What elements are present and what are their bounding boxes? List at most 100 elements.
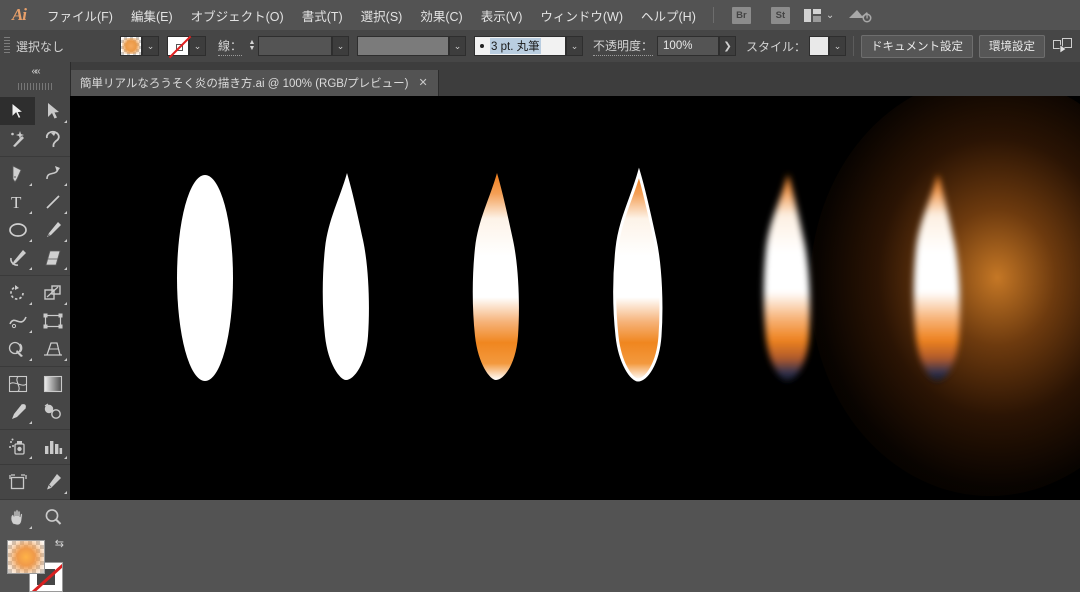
flyout-indicator-icon [64, 302, 67, 305]
menu-view[interactable]: 表示(V) [472, 0, 532, 30]
mesh-tool[interactable] [0, 370, 35, 398]
flyout-indicator-icon [64, 267, 67, 270]
graphic-style-dropdown[interactable]: ⌄ [829, 36, 847, 56]
gradient-tool[interactable] [35, 370, 70, 398]
brush-definition-select[interactable]: 3 pt. 丸筆 [474, 36, 567, 56]
flyout-indicator-icon [64, 211, 67, 214]
menu-bar: Ai ファイル(F) 編集(E) オブジェクト(O) 書式(T) 選択(S) 効… [0, 0, 1080, 30]
flyout-indicator-icon [29, 183, 32, 186]
line-segment-tool[interactable] [35, 188, 70, 216]
tool-group-draw: T [0, 157, 70, 276]
pen-tool[interactable] [0, 160, 35, 188]
curvature-tool[interactable] [35, 160, 70, 188]
control-bar-grip[interactable] [4, 37, 10, 55]
graphic-style-swatch[interactable] [809, 36, 830, 56]
toolbar-fill-swatch[interactable] [7, 540, 45, 574]
stroke-weight-input[interactable] [258, 36, 333, 56]
tool-group-selection [0, 94, 70, 157]
document-tab[interactable]: 簡単リアルなろうそく炎の描き方.ai @ 100% (RGB/プレビュー) ✕ [70, 70, 439, 96]
creative-cloud-icon[interactable] [848, 7, 872, 24]
stock-icon[interactable]: St [770, 6, 790, 24]
shaper-tool[interactable] [0, 244, 35, 272]
zoom-tool[interactable] [35, 503, 70, 531]
eyedropper-tool[interactable] [0, 398, 35, 426]
bridge-icon[interactable]: Br [731, 6, 751, 24]
shape-builder-tool[interactable] [0, 335, 35, 363]
flyout-indicator-icon [29, 526, 32, 529]
opacity-options-button[interactable]: ❯ [719, 36, 737, 56]
preferences-button[interactable]: 環境設定 [979, 34, 1046, 58]
menu-edit[interactable]: 編集(E) [122, 0, 182, 30]
flyout-indicator-icon [64, 358, 67, 361]
slice-tool[interactable] [35, 468, 70, 496]
lasso-tool[interactable] [35, 125, 70, 153]
perspective-grid-tool[interactable] [35, 335, 70, 363]
align-objects-icon[interactable] [1053, 38, 1073, 54]
collapse-panel-icon[interactable]: «« [0, 62, 70, 80]
flyout-indicator-icon [29, 211, 32, 214]
menu-object[interactable]: オブジェクト(O) [182, 0, 293, 30]
ellipse-tool[interactable] [0, 216, 35, 244]
fill-swatch-dropdown[interactable]: ⌄ [142, 36, 159, 56]
flyout-indicator-icon [29, 239, 32, 242]
opacity-input[interactable]: 100% [657, 36, 720, 56]
type-tool[interactable]: T [0, 188, 35, 216]
free-transform-tool[interactable] [35, 307, 70, 335]
magic-wand-tool[interactable] [0, 125, 35, 153]
menu-file[interactable]: ファイル(F) [38, 0, 122, 30]
direct-selection-tool[interactable] [35, 97, 70, 125]
artboard-canvas[interactable] [70, 96, 1080, 500]
control-bar: 選択なし ⌄ ⌄ 線： ▲ ▼ ⌄ ⌄ 3 pt. 丸筆 ⌄ 不透明度： 100%… [0, 30, 1080, 63]
workspace-switcher[interactable]: ⌄ [803, 8, 835, 22]
flyout-indicator-icon [29, 421, 32, 424]
brush-preview-icon [480, 44, 485, 48]
menu-select[interactable]: 選択(S) [352, 0, 412, 30]
flame-step-5-soft-edges-blue-base[interactable] [740, 168, 836, 398]
artboard-tool[interactable] [0, 468, 35, 496]
column-graph-tool[interactable] [35, 433, 70, 461]
stroke-profile-select[interactable] [357, 36, 450, 56]
rotate-tool[interactable] [0, 279, 35, 307]
fill-color-swatch[interactable] [120, 36, 142, 56]
workspace-layout-icon [803, 8, 821, 22]
menu-divider [712, 7, 714, 23]
eraser-tool[interactable] [35, 244, 70, 272]
scale-tool[interactable] [35, 279, 70, 307]
stroke-profile-dropdown[interactable]: ⌄ [449, 36, 467, 56]
stroke-swatch-dropdown[interactable]: ⌄ [189, 36, 206, 56]
menu-effect[interactable]: 効果(C) [411, 0, 471, 30]
flame-step-1-white-ellipse[interactable] [160, 168, 250, 388]
close-icon[interactable]: ✕ [418, 77, 427, 89]
flame-step-4-gradient-with-outline[interactable] [590, 167, 686, 388]
flame-step-3-orange-gradient[interactable] [450, 168, 540, 388]
flame-step-6-with-outer-glow[interactable] [890, 168, 986, 398]
symbol-sprayer-tool[interactable] [0, 433, 35, 461]
stroke-weight-dropdown[interactable]: ⌄ [332, 36, 350, 56]
swap-fill-stroke-icon[interactable]: ⇆ [55, 537, 64, 550]
selection-tool[interactable] [0, 97, 35, 125]
flyout-indicator-icon [29, 456, 32, 459]
stroke-weight-stepper[interactable]: ▲ ▼ [246, 36, 258, 56]
flame-step-2-white-flame-shape[interactable] [300, 168, 390, 388]
tools-panel-grip[interactable] [18, 80, 52, 92]
tool-group-symbol-graph [0, 430, 70, 465]
menu-window[interactable]: ウィンドウ(W) [531, 0, 632, 30]
blend-tool[interactable] [35, 398, 70, 426]
flyout-indicator-icon [64, 120, 67, 123]
hand-tool[interactable] [0, 503, 35, 531]
menu-type[interactable]: 書式(T) [293, 0, 352, 30]
tool-group-transform [0, 276, 70, 367]
document-setup-button[interactable]: ドキュメント設定 [861, 34, 974, 58]
stroke-color-swatch[interactable] [167, 35, 192, 59]
flyout-indicator-icon [29, 330, 32, 333]
width-tool[interactable] [0, 307, 35, 335]
flyout-indicator-icon [64, 239, 67, 242]
tool-group-navigate [0, 500, 70, 534]
brush-definition-dropdown[interactable]: ⌄ [566, 36, 584, 56]
style-label: スタイル： [746, 39, 807, 54]
app-logo-icon: Ai [11, 5, 27, 24]
control-bar-divider [853, 36, 855, 56]
paintbrush-tool[interactable] [35, 216, 70, 244]
chevron-down-icon: ⌄ [825, 9, 835, 21]
menu-help[interactable]: ヘルプ(H) [632, 0, 705, 30]
